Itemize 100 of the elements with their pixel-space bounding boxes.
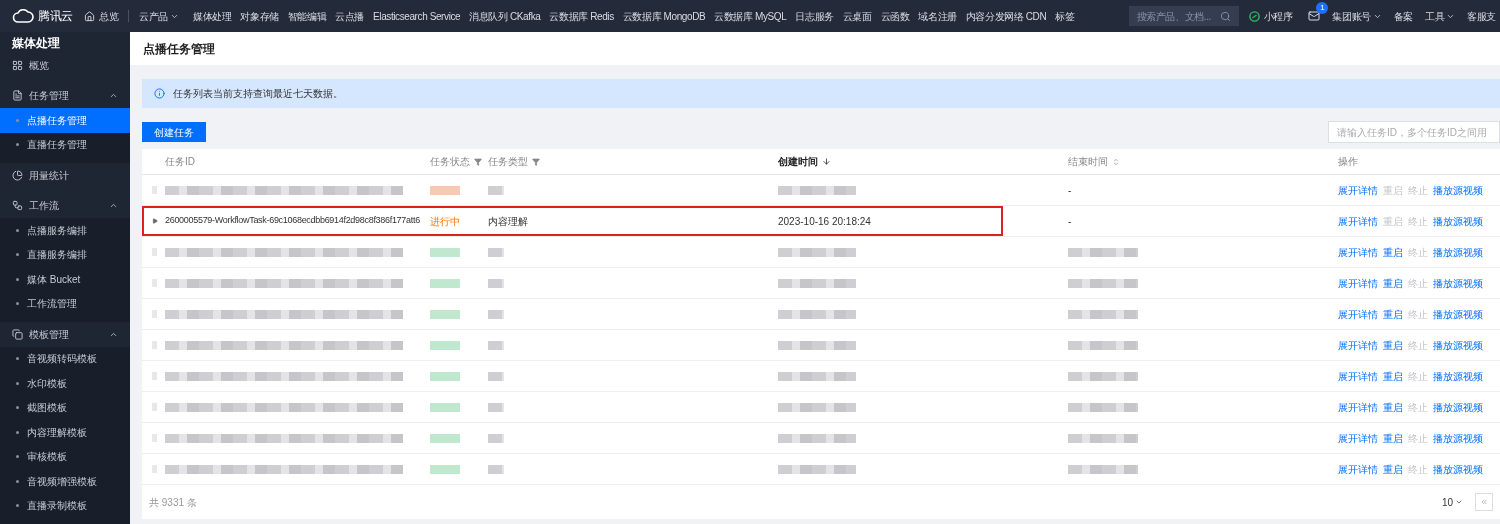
total-count: 共 9331 条 <box>149 495 197 510</box>
sidebar-subitem[interactable]: 工作流管理 <box>0 291 130 316</box>
page-size-select[interactable]: 10 <box>1441 494 1463 510</box>
nav-link[interactable]: 媒体处理 <box>193 8 232 24</box>
nav-link[interactable]: 内容分发网络 CDN <box>965 8 1047 24</box>
pie-chart-icon <box>12 169 23 181</box>
sidebar-subitem[interactable]: 直播服务编排 <box>0 242 130 267</box>
action-link[interactable]: 展开详情 <box>1338 213 1378 229</box>
home-icon <box>84 10 95 22</box>
sidebar-subitem[interactable]: 内容理解模板 <box>0 420 130 445</box>
search-field[interactable]: 搜索产品、文档... <box>1128 6 1239 26</box>
action-link[interactable]: 展开详情 <box>1338 182 1378 198</box>
sidebar-subitem[interactable]: 审核模板 <box>0 444 130 469</box>
column-header: 操作 <box>1338 155 1358 169</box>
blurred-text <box>488 433 504 443</box>
column-header: 任务ID <box>165 155 195 169</box>
action-link[interactable]: 播放源视频 <box>1433 275 1483 291</box>
nav-link[interactable]: 云函数 <box>880 8 910 24</box>
action-link[interactable]: 播放源视频 <box>1433 244 1483 260</box>
home-link[interactable]: 总览 <box>84 8 119 24</box>
action-link[interactable]: 展开详情 <box>1338 399 1378 415</box>
action-link[interactable]: 播放源视频 <box>1433 368 1483 384</box>
action-link[interactable]: 重启 <box>1383 368 1403 384</box>
nav-link[interactable]: Elasticsearch Service <box>373 8 461 24</box>
info-icon <box>154 88 165 99</box>
sidebar-subitem[interactable]: 音视频转码模板 <box>0 346 130 371</box>
filter-icon[interactable] <box>474 157 482 166</box>
nav-link[interactable]: 域名注册 <box>918 8 957 24</box>
sidebar-item[interactable]: 任务管理 <box>0 83 130 108</box>
bullet-icon <box>16 504 19 508</box>
blurred-text <box>1068 464 1138 474</box>
bullet-icon <box>16 118 19 122</box>
nav-link[interactable]: 日志服务 <box>795 8 834 24</box>
action-link[interactable]: 重启 <box>1383 275 1403 291</box>
support-link[interactable]: 客服支 <box>1467 8 1496 24</box>
nav-link[interactable]: 对象存储 <box>240 8 279 24</box>
action-link[interactable]: 展开详情 <box>1338 244 1378 260</box>
grid-icon <box>12 59 23 71</box>
sidebar-item[interactable]: 模板管理 <box>0 322 130 347</box>
bullet-icon <box>16 455 19 459</box>
nav-link[interactable]: 消息队列 CKafka <box>469 8 541 24</box>
task-id-cell: 2600005579-WorkflowTask-69c1068ecdbb6914f2d98c8f386f177att6 <box>165 214 420 228</box>
nav-link[interactable]: 云数据库 Redis <box>549 8 614 24</box>
nav-link[interactable]: 智能编辑 <box>287 8 327 24</box>
blurred-text <box>1068 278 1138 288</box>
expand-row-icon[interactable] <box>151 218 158 224</box>
action-link[interactable]: 重启 <box>1383 337 1403 353</box>
products-menu[interactable]: 云产品 <box>139 8 179 24</box>
document-icon <box>12 90 23 102</box>
bullet-icon <box>16 253 19 257</box>
action-link[interactable]: 重启 <box>1383 430 1403 446</box>
nav-link[interactable]: 云数据库 MySQL <box>714 8 787 24</box>
filing-link[interactable]: 备案 <box>1393 8 1413 24</box>
action-link[interactable]: 播放源视频 <box>1433 399 1483 415</box>
nav-link[interactable]: 云数据库 MongoDB <box>622 8 706 24</box>
column-header: 任务状态 <box>430 154 482 169</box>
sort-descending-icon[interactable] <box>822 157 831 166</box>
workflow-icon <box>12 200 23 212</box>
sidebar-item[interactable]: 概览 <box>0 53 130 78</box>
blurred-text <box>488 185 504 195</box>
sidebar-subitem[interactable]: 点播服务编排 <box>0 218 130 243</box>
action-link[interactable]: 展开详情 <box>1338 306 1378 322</box>
sidebar-subitem[interactable]: 音视频增强模板 <box>0 469 130 494</box>
sidebar-item[interactable]: 用量统计 <box>0 163 130 188</box>
task-id-search-field[interactable]: 请输入任务ID，多个任务ID之间用 <box>1328 121 1500 143</box>
filter-icon[interactable] <box>532 157 540 166</box>
action-link[interactable]: 播放源视频 <box>1433 337 1483 353</box>
sidebar-subitem[interactable]: 直播录制模板 <box>0 493 130 518</box>
action-link[interactable]: 重启 <box>1383 306 1403 322</box>
mail-icon[interactable] <box>1308 10 1321 22</box>
caret-icon <box>1455 498 1463 506</box>
action-link[interactable]: 重启 <box>1383 244 1403 260</box>
end-time-cell-text: - <box>1068 214 1072 229</box>
sidebar-subitem[interactable]: 媒体 Bucket <box>0 267 130 292</box>
action-link[interactable]: 展开详情 <box>1338 337 1378 353</box>
blurred-text <box>1068 433 1138 443</box>
action-link[interactable]: 播放源视频 <box>1433 430 1483 446</box>
action-link[interactable]: 展开详情 <box>1338 430 1378 446</box>
sidebar-subitem[interactable]: 水印模板 <box>0 371 130 396</box>
nav-link[interactable]: 云桌面 <box>842 8 872 24</box>
sidebar-item[interactable]: 工作流 <box>0 193 130 218</box>
create-task-button[interactable]: 创建任务 <box>142 122 206 142</box>
mini-program-link[interactable]: 小程序 <box>1248 8 1293 24</box>
action-link[interactable]: 播放源视频 <box>1433 182 1483 198</box>
action-link[interactable]: 展开详情 <box>1338 461 1378 477</box>
nav-link[interactable]: 标签 <box>1055 8 1075 24</box>
account-menu[interactable]: 集团账号 <box>1332 8 1382 24</box>
action-link[interactable]: 展开详情 <box>1338 275 1378 291</box>
action-link[interactable]: 播放源视频 <box>1433 461 1483 477</box>
action-link[interactable]: 重启 <box>1383 461 1403 477</box>
nav-link[interactable]: 云点播 <box>335 8 365 24</box>
sidebar-subitem[interactable]: 点播任务管理 <box>0 108 130 133</box>
action-link[interactable]: 播放源视频 <box>1433 213 1483 229</box>
action-link[interactable]: 展开详情 <box>1338 368 1378 384</box>
sidebar-subitem[interactable]: 直播任务管理 <box>0 132 130 157</box>
sidebar-subitem[interactable]: 截图模板 <box>0 395 130 420</box>
tools-menu[interactable]: 工具 <box>1425 8 1456 24</box>
action-link[interactable]: 重启 <box>1383 399 1403 415</box>
action-link[interactable]: 播放源视频 <box>1433 306 1483 322</box>
search-icon <box>1219 10 1231 22</box>
